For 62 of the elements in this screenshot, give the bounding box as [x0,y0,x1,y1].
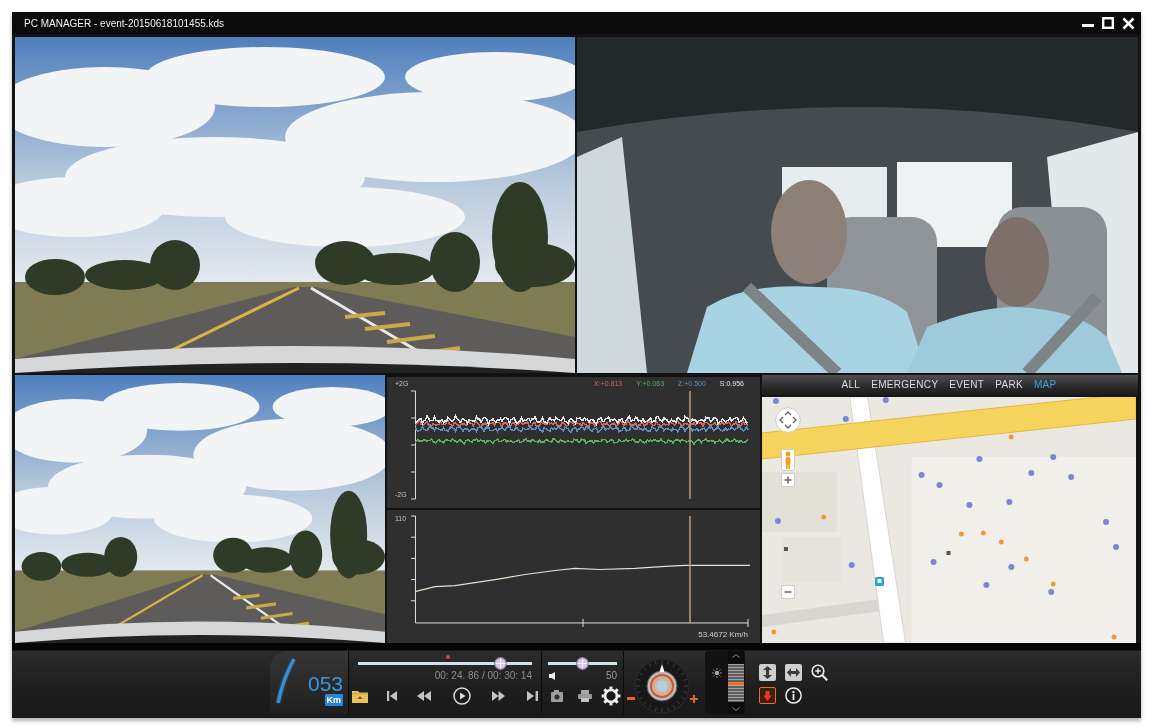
minus-icon [781,585,795,599]
printer-icon [578,690,592,702]
folder-icon [352,689,368,703]
download-button[interactable] [759,687,776,704]
brightness-slider[interactable] [728,651,744,714]
settings-button[interactable] [601,686,621,706]
volume-reading: 50 [605,670,617,681]
chevron-down-icon [732,707,740,711]
flip-vertical-button[interactable] [759,664,776,681]
gear-icon [601,686,621,706]
zoom-in-icon [811,664,828,681]
bus-stop-icon [875,577,884,586]
snapshot-button[interactable] [551,690,563,702]
left-right-arrow-icon [787,668,800,677]
plus-icon[interactable] [690,695,698,703]
event-marker-icon [446,655,451,659]
map-filter-tab[interactable]: EVENT [949,379,985,391]
jog-dial[interactable] [634,658,690,714]
rewind-button[interactable] [417,691,431,701]
pan-arrows-icon [775,407,801,433]
fast-forward-button[interactable] [492,691,505,701]
previous-button[interactable] [387,691,397,701]
rewind-icon [417,691,431,701]
camera-icon [551,690,563,702]
pan-control[interactable] [775,407,801,433]
flip-horizontal-button[interactable] [785,664,802,681]
map-filter-tab[interactable]: MAP [1033,379,1057,391]
fast-forward-icon [492,691,505,701]
map-filter-tab[interactable]: EMERGENCY [871,379,939,391]
maximize-button[interactable] [1102,17,1114,29]
window-title: PC MANAGER - event-20150618101455.kds [24,17,225,29]
chevron-up-icon [732,654,740,658]
speed-unit-label: Km [324,694,344,706]
zoom-button[interactable] [811,664,828,681]
open-folder-button[interactable] [352,689,368,703]
speed-reading: 53.4672 Km/h [698,629,749,640]
minimize-icon [1082,24,1094,27]
skip-forward-icon [527,691,538,701]
speed-value: 053 [308,674,344,694]
map-filter-tab[interactable]: ALL [841,379,861,391]
skip-back-icon [387,691,397,701]
speaker-icon [549,671,555,680]
map-filter-tab[interactable]: PARK [995,379,1023,391]
zoom-in-button[interactable] [781,473,795,487]
play-button[interactable] [453,687,471,705]
playback-time: 00: 24. 86 / 00: 30: 14 [434,670,532,681]
info-icon [785,687,802,704]
zoom-out-button[interactable] [781,585,795,599]
info-button[interactable] [785,687,802,704]
up-down-arrow-icon [763,666,772,679]
person-icon [781,449,795,471]
maximize-icon [1102,17,1114,29]
close-icon [1122,16,1135,30]
play-icon [453,687,471,705]
close-button[interactable] [1122,16,1135,30]
print-button[interactable] [578,690,592,702]
speed-gauge-icon [275,657,297,705]
down-arrow-icon [763,690,772,701]
slider-thumb[interactable] [728,663,744,702]
plus-icon [781,473,795,487]
sun-icon [712,668,722,678]
next-button[interactable] [527,691,538,701]
